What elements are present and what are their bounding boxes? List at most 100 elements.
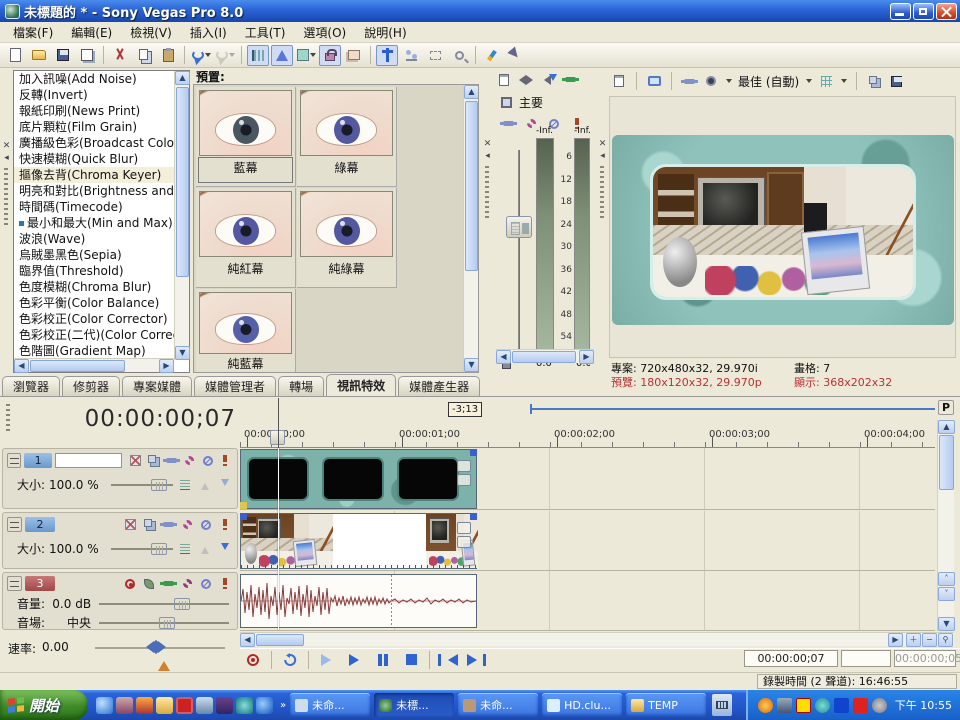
auto-ripple-toggle[interactable]	[247, 45, 269, 66]
scroll-right-icon[interactable]: ▶	[579, 350, 594, 364]
lock-envelopes-toggle[interactable]	[271, 45, 293, 66]
dim-output-icon[interactable]	[540, 72, 556, 87]
tray-volume-icon[interactable]	[872, 698, 887, 713]
menu-help[interactable]: 說明(H)	[355, 22, 415, 43]
mixer-properties-icon[interactable]	[496, 72, 512, 87]
track-collapse-button[interactable]	[7, 453, 21, 468]
event-pan-crop-icon[interactable]	[457, 460, 471, 472]
open-button[interactable]	[28, 45, 50, 66]
restore-button[interactable]	[913, 3, 934, 20]
fx-item-quick-blur[interactable]: 快速模糊(Quick Blur)	[14, 151, 174, 167]
zoom-out-track-icon[interactable]: ˅	[938, 587, 955, 601]
region-line[interactable]	[530, 408, 935, 410]
save-frame-icon[interactable]	[888, 74, 904, 89]
preview-quality-value[interactable]: 最佳 (自動)	[738, 73, 799, 90]
region-start-handle[interactable]	[530, 404, 532, 414]
quick-launch-icon[interactable]	[116, 697, 133, 714]
preset-pure-blue-screen[interactable]: 純藍幕	[196, 289, 296, 373]
taskbar-button-5[interactable]: TEMP	[626, 693, 706, 717]
timeline-ruler[interactable]: 00:00:00;00 00:00:01;00 00:00:02;00 00:0…	[240, 428, 935, 448]
envelope-edit-tool-button[interactable]	[400, 45, 422, 66]
external-monitor-icon[interactable]	[646, 74, 662, 89]
track-level-icon[interactable]	[177, 477, 193, 492]
scroll-down-icon[interactable]: ▼	[464, 358, 479, 372]
fx-item-color-corrector[interactable]: 色彩校正(Color Corrector)	[14, 311, 174, 327]
track-1-header[interactable]: 1 大小: 100.0 %	[2, 448, 238, 509]
master-fader-track[interactable]	[518, 150, 520, 350]
taskbar-button-2-active[interactable]: 未標...	[374, 693, 454, 717]
preset-pure-red-screen[interactable]: 純紅幕	[196, 188, 296, 288]
solo-icon[interactable]	[217, 517, 233, 532]
zoom-tool-icon[interactable]: ⚲	[938, 633, 953, 647]
save-button[interactable]	[52, 45, 74, 66]
go-to-end-button[interactable]	[463, 651, 489, 669]
scroll-down-icon[interactable]: ▼	[175, 346, 190, 360]
overlay-grid-icon[interactable]	[818, 74, 834, 89]
tab-project-media[interactable]: 專案媒體	[122, 376, 192, 396]
presets-vertical-scrollbar[interactable]: ▲ ▼	[463, 85, 478, 372]
folder-icon[interactable]	[156, 697, 173, 714]
automation-gear-icon[interactable]	[179, 517, 195, 532]
record-button[interactable]	[240, 651, 266, 669]
language-bar-keyboard-icon[interactable]	[712, 694, 732, 716]
scroll-left-icon[interactable]: ◀	[240, 633, 255, 647]
cut-button[interactable]	[109, 45, 131, 66]
master-fader-thumb[interactable]	[506, 216, 532, 238]
bypass-motion-blur-icon[interactable]	[122, 517, 138, 532]
arm-record-icon[interactable]	[122, 576, 138, 591]
pause-button[interactable]	[370, 651, 396, 669]
copy-button[interactable]	[133, 45, 155, 66]
master-meter-right[interactable]	[574, 138, 590, 356]
audio-event-waveform[interactable]	[240, 574, 477, 628]
make-composited-child-icon[interactable]	[197, 541, 213, 556]
paste-button[interactable]	[157, 45, 179, 66]
scrub-control[interactable]	[140, 641, 172, 653]
fx-item-broadcast-colors[interactable]: 廣播級色彩(Broadcast Colors)	[14, 135, 174, 151]
normal-edit-tool-button[interactable]	[376, 45, 398, 66]
tab-media-generators[interactable]: 媒體產生器	[398, 376, 480, 396]
track-collapse-button[interactable]	[7, 517, 22, 532]
fx-item-color-balance[interactable]: 色彩平衡(Color Balance)	[14, 295, 174, 311]
fx-item-min-max[interactable]: 最小和最大(Min and Max)	[14, 215, 174, 231]
track-fx-icon[interactable]	[160, 517, 176, 532]
menu-view[interactable]: 檢視(V)	[121, 22, 181, 43]
event-fx-icon[interactable]	[457, 536, 471, 548]
taskbar-button-3[interactable]: 未命...	[458, 693, 538, 717]
fx-item-timecode[interactable]: 時間碼(Timecode)	[14, 199, 174, 215]
play-button[interactable]	[342, 651, 368, 669]
mute-icon[interactable]	[198, 517, 214, 532]
make-composited-parent-icon[interactable]	[217, 477, 233, 492]
tab-explorer[interactable]: 瀏覽器	[2, 376, 60, 396]
paint-tool-button[interactable]	[481, 45, 503, 66]
fx-item-color-corrector-2[interactable]: 色彩校正(二代)(Color Corrector)	[14, 327, 174, 343]
tab-trimmer[interactable]: 修剪器	[62, 376, 120, 396]
tab-video-fx-active[interactable]: 視訊特效	[326, 374, 396, 396]
fx-list-horizontal-scrollbar[interactable]: ◀ ▶	[14, 358, 174, 372]
dock-grip-effects[interactable]: ✕ ◂	[0, 68, 13, 373]
compositing-mode-icon[interactable]	[146, 453, 161, 468]
fx-item-sepia[interactable]: 烏賊墨黑色(Sepia)	[14, 247, 174, 263]
go-to-start-button[interactable]	[435, 651, 461, 669]
track-fx-icon[interactable]	[160, 576, 176, 591]
split-button[interactable]	[295, 45, 317, 66]
zoom-out-time-icon[interactable]: −	[922, 633, 937, 647]
fx-item-invert[interactable]: 反轉(Invert)	[14, 87, 174, 103]
event-tools[interactable]	[457, 522, 473, 550]
title-bar[interactable]: 未標題的 * - Sony Vegas Pro 8.0	[0, 0, 960, 22]
ignore-event-grouping-toggle[interactable]	[319, 45, 341, 66]
fx-item-gradient-map[interactable]: 色階圖(Gradient Map)	[14, 343, 174, 358]
scroll-up-icon[interactable]: ▲	[175, 71, 190, 85]
timeline-horizontal-scrollbar[interactable]: ◀ ▶ ＋ − ⚲	[240, 632, 954, 646]
marker-bar[interactable]: -3;13	[240, 398, 935, 428]
zoom-in-track-icon[interactable]: ˄	[938, 572, 955, 586]
quality-dropdown-icon[interactable]	[726, 79, 732, 83]
track-collapse-button[interactable]	[7, 576, 22, 591]
start-button[interactable]: 開始	[0, 690, 88, 720]
media-player-icon[interactable]	[256, 697, 273, 714]
project-properties-icon[interactable]	[611, 74, 627, 89]
downmix-output-icon[interactable]	[518, 72, 534, 87]
quick-launch-icon[interactable]	[136, 697, 153, 714]
quality-dropdown-icon2[interactable]	[806, 79, 812, 83]
undo-button[interactable]	[190, 45, 212, 66]
vegas-icon[interactable]	[176, 697, 193, 714]
